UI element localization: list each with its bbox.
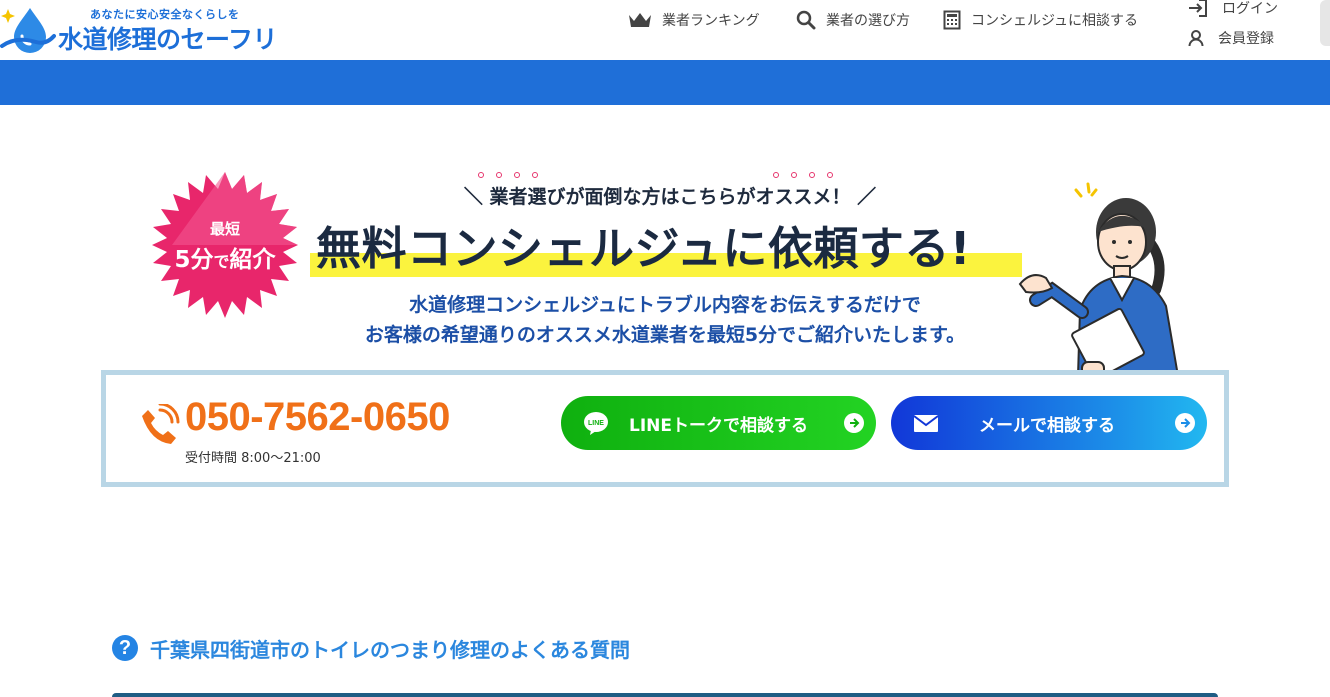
nav-how-to-choose-label: 業者の選び方 xyxy=(826,13,910,29)
line-consult-button[interactable]: LINE LINEトークで相談する xyxy=(561,396,876,450)
banner-subcatch: ＼ 業者選びが面倒な方はこちらがオススメ！ ／ xyxy=(463,186,877,208)
mail-consult-label: メールで相談する xyxy=(979,416,1115,436)
nav-concierge[interactable]: コンシェルジュに相談する xyxy=(943,8,1138,32)
badge-label-main: 5分で紹介 xyxy=(152,240,298,274)
mail-consult-button[interactable]: メールで相談する xyxy=(891,396,1207,450)
phone-hours: 受付時間 8:00〜21:00 xyxy=(185,451,321,466)
register-link[interactable]: 会員登録 xyxy=(1188,28,1274,48)
search-icon xyxy=(796,10,816,30)
banner-headline: 無料コンシェルジュに依頼する! xyxy=(316,222,971,275)
banner-description: 水道修理コンシェルジュにトラブル内容をお伝えするだけで お客様の希望通りのオスス… xyxy=(300,290,1030,350)
badge-mid: で xyxy=(213,252,230,271)
login-icon xyxy=(1189,0,1207,17)
calculator-icon xyxy=(943,10,961,30)
question-icon: ? xyxy=(112,635,138,661)
banner-desc-line1: 水道修理コンシェルジュにトラブル内容をお伝えするだけで xyxy=(409,294,921,316)
nav-ranking-label: 業者ランキング xyxy=(662,13,760,29)
phone-icon xyxy=(142,404,180,444)
site-logo[interactable]: あなたに安心安全なくらしを 水道修理のセーフリー xyxy=(0,0,280,90)
badge-label-top: 最短 xyxy=(209,220,240,238)
arrow-right-icon xyxy=(1175,413,1195,433)
emphasis-dots-right xyxy=(773,172,833,180)
faq-title: 千葉県四街道市のトイレのつまり修理のよくある質問 xyxy=(150,637,630,662)
blue-nav-band xyxy=(0,60,1330,105)
phone-number-link[interactable]: 050-7562-0650 xyxy=(185,395,450,440)
register-label: 会員登録 xyxy=(1218,31,1274,47)
banner-desc-line2: お客様の希望通りのオススメ水道業者を最短5分でご紹介いたします。 xyxy=(364,324,966,346)
faq-section-top-border xyxy=(112,693,1218,697)
badge-tail: 紹介 xyxy=(229,247,276,273)
line-consult-label: LINEトークで相談する xyxy=(629,416,808,436)
mail-icon xyxy=(913,415,939,432)
nav-concierge-label: コンシェルジュに相談する xyxy=(971,13,1139,29)
arrow-right-icon xyxy=(844,413,864,433)
site-header: あなたに安心安全なくらしを 水道修理のセーフリー 業者ランキング 業者の選び方 … xyxy=(0,0,1330,90)
line-icon-text: LINE xyxy=(588,420,604,427)
user-icon xyxy=(1188,30,1204,47)
nav-ranking[interactable]: 業者ランキング xyxy=(628,8,760,32)
concierge-woman-illustration xyxy=(1018,182,1180,381)
nav-how-to-choose[interactable]: 業者の選び方 xyxy=(796,8,910,32)
faq-heading: ? 千葉県四街道市のトイレのつまり修理のよくある質問 xyxy=(112,632,630,664)
login-link[interactable]: ログイン xyxy=(1188,0,1278,18)
water-drop-logo-icon xyxy=(0,8,56,53)
badge-num: 5分 xyxy=(174,247,214,273)
emphasis-dots-left xyxy=(478,172,538,180)
crown-icon xyxy=(629,13,651,27)
side-tab-handle[interactable] xyxy=(1320,0,1330,46)
line-icon: LINE xyxy=(584,412,608,435)
login-label: ログイン xyxy=(1222,1,1278,17)
